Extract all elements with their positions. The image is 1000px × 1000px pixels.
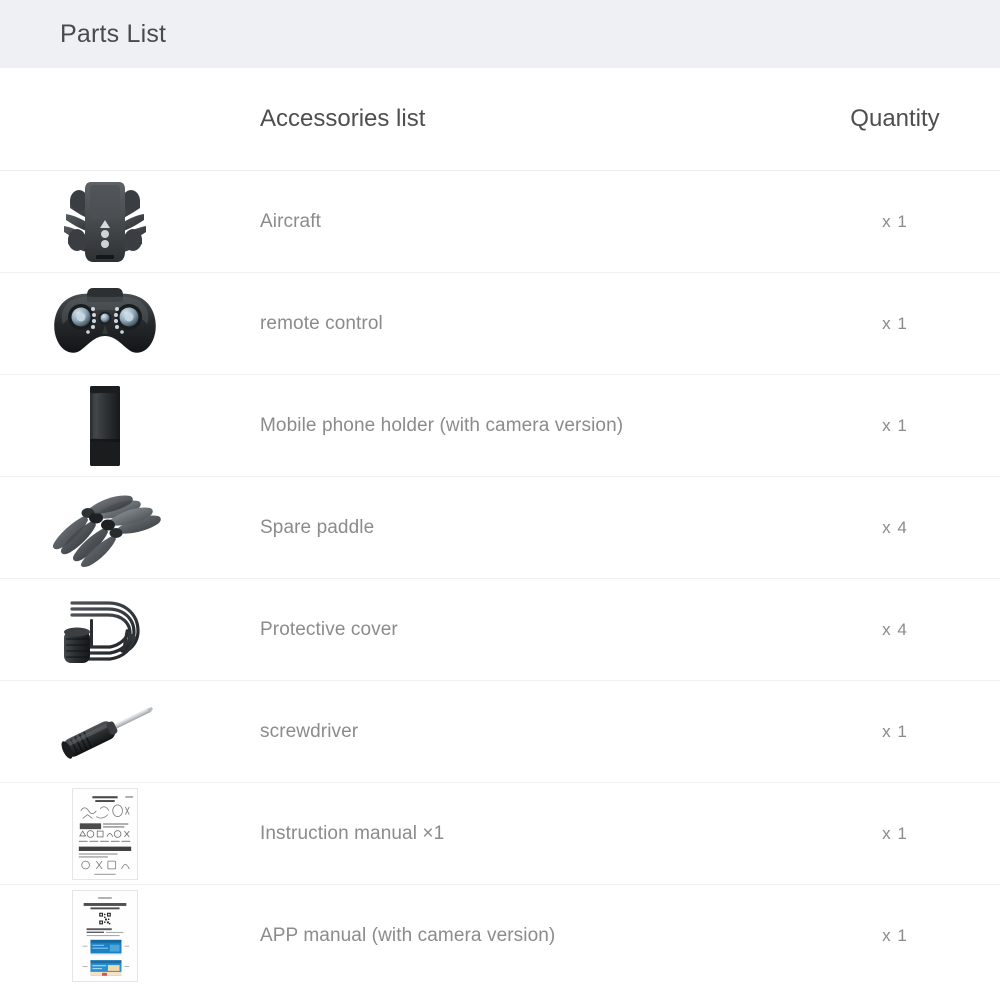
cell-quantity: x 1 <box>790 926 1000 946</box>
table-row: Protective cover x 4 <box>0 579 1000 681</box>
table-row: remote control x 1 <box>0 273 1000 375</box>
cell-image <box>0 488 210 568</box>
table-row: Instruction manual ×1 x 1 <box>0 783 1000 885</box>
cell-name: screwdriver <box>210 721 790 743</box>
drone-folded-icon <box>64 181 146 262</box>
part-name: screwdriver <box>260 720 359 742</box>
cell-name: Spare paddle <box>210 517 790 539</box>
column-header-quantity: Quantity <box>850 105 940 132</box>
part-name: Mobile phone holder (with camera version… <box>260 414 624 436</box>
part-quantity: x 1 <box>882 313 908 333</box>
cell-quantity: x 1 <box>790 722 1000 742</box>
cell-quantity: x 4 <box>790 620 1000 640</box>
app-manual-icon <box>72 890 138 982</box>
cell-image <box>0 176 210 268</box>
header-cell-quantity: Quantity <box>790 105 1000 133</box>
parts-list-page: Parts List Accessories list Quantity Air… <box>0 0 1000 1000</box>
part-name: Instruction manual ×1 <box>260 822 445 844</box>
cell-name: Aircraft <box>210 211 790 233</box>
cell-name: APP manual (with camera version) <box>210 925 790 947</box>
table-row: APP manual (with camera version) x 1 <box>0 885 1000 987</box>
remote-control-icon <box>54 287 156 353</box>
cell-name: Instruction manual ×1 <box>210 823 790 845</box>
propeller-blades-icon <box>52 495 161 567</box>
part-quantity: x 1 <box>882 211 908 231</box>
table-header-row: Accessories list Quantity <box>0 68 1000 171</box>
part-name: Spare paddle <box>260 516 375 538</box>
cell-image <box>0 697 210 767</box>
part-quantity: x 1 <box>882 415 908 435</box>
protective-cover-icon <box>64 600 140 663</box>
cell-quantity: x 1 <box>790 416 1000 436</box>
part-quantity: x 1 <box>882 823 908 843</box>
phone-holder-icon <box>90 385 120 466</box>
cell-quantity: x 4 <box>790 518 1000 538</box>
page-header: Parts List <box>0 0 1000 68</box>
part-quantity: x 4 <box>882 619 908 639</box>
table-row: screwdriver x 1 <box>0 681 1000 783</box>
cell-name: Mobile phone holder (with camera version… <box>210 415 790 437</box>
part-name: remote control <box>260 312 383 334</box>
instruction-manual-icon <box>72 787 138 880</box>
table-row: Mobile phone holder (with camera version… <box>0 375 1000 477</box>
cell-quantity: x 1 <box>790 824 1000 844</box>
part-name: Aircraft <box>260 210 321 232</box>
cell-image <box>0 890 210 982</box>
cell-name: Protective cover <box>210 619 790 641</box>
part-quantity: x 4 <box>882 517 908 537</box>
part-quantity: x 1 <box>882 926 908 945</box>
cell-quantity: x 1 <box>790 212 1000 232</box>
cell-image <box>0 787 210 880</box>
table-row: Aircraft x 1 <box>0 171 1000 273</box>
table-row: Spare paddle x 4 <box>0 477 1000 579</box>
part-name: Protective cover <box>260 618 398 640</box>
parts-table: Accessories list Quantity Aircraft x 1 r… <box>0 68 1000 987</box>
cell-name: remote control <box>210 313 790 335</box>
page-title: Parts List <box>60 19 167 48</box>
header-cell-name: Accessories list <box>210 105 790 133</box>
column-header-accessories-list: Accessories list <box>260 105 426 132</box>
cell-quantity: x 1 <box>790 314 1000 334</box>
part-quantity: x 1 <box>882 721 908 741</box>
screwdriver-icon <box>61 706 153 759</box>
cell-image <box>0 589 210 671</box>
part-name: APP manual (with camera version) <box>260 925 556 946</box>
cell-image <box>0 284 210 364</box>
cell-image <box>0 382 210 470</box>
